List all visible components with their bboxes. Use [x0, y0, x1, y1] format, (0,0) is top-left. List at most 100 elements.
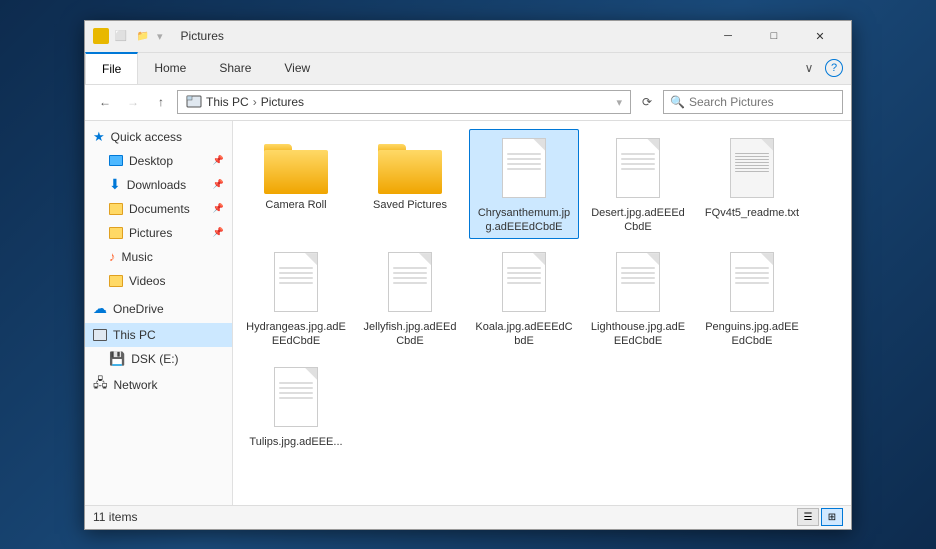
ribbon-help-btn[interactable]: ?: [825, 59, 843, 77]
back-button[interactable]: ←: [93, 90, 117, 114]
network-icon: 🖧: [93, 374, 108, 396]
crumb-pictures[interactable]: Pictures: [261, 95, 304, 109]
close-button[interactable]: ✕: [797, 20, 843, 52]
window-title: Pictures: [181, 29, 224, 43]
view-controls: ☰ ⊞: [797, 508, 843, 526]
address-icon: [186, 93, 202, 112]
pin-icon-desktop: 📌: [213, 155, 224, 166]
list-item[interactable]: Lighthouse.jpg.adEEEdCbdE: [583, 243, 693, 354]
folder-icon: [378, 138, 442, 194]
qat-newfolder-btn[interactable]: 📁: [133, 26, 153, 46]
refresh-button[interactable]: ⟳: [635, 90, 659, 114]
downloads-icon: ⬇: [109, 176, 121, 193]
sidebar-item-onedrive[interactable]: ☁ OneDrive: [85, 297, 232, 321]
list-item[interactable]: Koala.jpg.adEEEdCbdE: [469, 243, 579, 354]
doc-icon: [270, 252, 322, 316]
sidebar-item-dsk[interactable]: 💾 DSK (E:): [85, 347, 232, 371]
status-item-count: 11 items: [93, 510, 797, 524]
sidebar-label-desktop: Desktop: [129, 154, 173, 168]
status-bar: 11 items ☰ ⊞: [85, 505, 851, 529]
ribbon-collapse-btn[interactable]: ∨: [797, 56, 821, 80]
title-bar: ⬜ 📁 ▾ Pictures ─ □ ✕: [85, 21, 851, 53]
minimize-button[interactable]: ─: [705, 20, 751, 52]
file-name: FQv4t5_readme.txt: [705, 206, 799, 220]
doc-icon: [498, 252, 550, 316]
sidebar-item-network[interactable]: 🖧 Network: [85, 373, 232, 397]
view-grid-button[interactable]: ⊞: [821, 508, 843, 526]
list-item[interactable]: Penguins.jpg.adEEEdCbdE: [697, 243, 807, 354]
file-name: Chrysanthemum.jpg.adEEEdCbdE: [474, 206, 574, 235]
list-item[interactable]: Chrysanthemum.jpg.adEEEdCbdE: [469, 129, 579, 240]
doc-icon: [384, 252, 436, 316]
crumb-thispc[interactable]: This PC: [206, 95, 249, 109]
onedrive-icon: ☁: [93, 300, 107, 317]
qat-properties-btn[interactable]: ⬜: [111, 26, 131, 46]
doc-icon: [612, 252, 664, 316]
sidebar-item-pictures[interactable]: Pictures 📌: [85, 221, 232, 245]
tab-file[interactable]: File: [85, 52, 138, 84]
file-name: Desert.jpg.adEEEdCbdE: [588, 206, 688, 235]
window-controls: ─ □ ✕: [705, 20, 843, 52]
doc-icon: [726, 138, 778, 202]
quick-access-toolbar: ⬜ 📁 ▾: [93, 26, 165, 46]
videos-icon: [109, 275, 123, 287]
desktop-icon: [109, 155, 123, 166]
list-item[interactable]: Desert.jpg.adEEEdCbdE: [583, 129, 693, 240]
quick-access-icon: ★: [93, 129, 105, 145]
sidebar-label-dsk: DSK (E:): [131, 352, 178, 366]
ribbon-right: ∨ ?: [797, 53, 851, 84]
file-name: Penguins.jpg.adEEEdCbdE: [702, 320, 802, 349]
search-input[interactable]: [689, 95, 844, 109]
address-input[interactable]: This PC › Pictures ▾: [177, 90, 631, 114]
documents-icon: [109, 203, 123, 215]
sidebar-item-documents[interactable]: Documents 📌: [85, 197, 232, 221]
pin-icon-downloads: 📌: [213, 179, 224, 190]
file-name: Saved Pictures: [373, 198, 447, 212]
file-name: Lighthouse.jpg.adEEEdCbdE: [588, 320, 688, 349]
pin-icon-documents: 📌: [213, 203, 224, 214]
list-item[interactable]: Camera Roll: [241, 129, 351, 240]
up-button[interactable]: ↑: [149, 90, 173, 114]
sidebar-item-quick-access[interactable]: ★ Quick access: [85, 125, 232, 149]
list-item[interactable]: Jellyfish.jpg.adEEdCbdE: [355, 243, 465, 354]
file-name: Hydrangeas.jpg.adEEEdCbdE: [246, 320, 346, 349]
list-item[interactable]: FQv4t5_readme.txt: [697, 129, 807, 240]
sidebar-item-music[interactable]: ♪ Music: [85, 245, 232, 269]
file-explorer-window: ⬜ 📁 ▾ Pictures ─ □ ✕ File Home Share Vie…: [84, 20, 852, 530]
tab-view[interactable]: View: [268, 53, 327, 84]
sidebar-item-downloads[interactable]: ⬇ Downloads 📌: [85, 173, 232, 197]
file-area: Camera Roll Saved Pictures: [233, 121, 851, 505]
list-item[interactable]: Saved Pictures: [355, 129, 465, 240]
music-icon: ♪: [109, 249, 116, 264]
sidebar-item-thispc[interactable]: This PC: [85, 323, 232, 347]
sidebar-label-onedrive: OneDrive: [113, 302, 164, 316]
pictures-icon: [109, 227, 123, 239]
file-grid: Camera Roll Saved Pictures: [241, 129, 843, 454]
doc-icon: [498, 138, 550, 202]
file-name: Camera Roll: [265, 198, 326, 212]
maximize-button[interactable]: □: [751, 20, 797, 52]
view-list-button[interactable]: ☰: [797, 508, 819, 526]
file-name: Jellyfish.jpg.adEEdCbdE: [360, 320, 460, 349]
sidebar-label-videos: Videos: [129, 274, 165, 288]
doc-icon: [726, 252, 778, 316]
list-item[interactable]: Hydrangeas.jpg.adEEEdCbdE: [241, 243, 351, 354]
sidebar-label-network: Network: [114, 378, 158, 392]
sidebar-label-music: Music: [122, 250, 153, 264]
sidebar-label-pictures: Pictures: [129, 226, 172, 240]
breadcrumb: This PC › Pictures: [206, 95, 304, 109]
tab-home[interactable]: Home: [138, 53, 203, 84]
file-name: Tulips.jpg.adEEE...: [249, 435, 342, 449]
sidebar: ★ Quick access Desktop 📌 ⬇ Downloads 📌 D…: [85, 121, 233, 505]
search-box[interactable]: 🔍: [663, 90, 843, 114]
main-content: ★ Quick access Desktop 📌 ⬇ Downloads 📌 D…: [85, 121, 851, 505]
sidebar-item-desktop[interactable]: Desktop 📌: [85, 149, 232, 173]
sidebar-label-downloads: Downloads: [127, 178, 186, 192]
forward-button[interactable]: →: [121, 90, 145, 114]
address-dropdown-icon[interactable]: ▾: [616, 96, 622, 109]
ribbon: File Home Share View ∨ ?: [85, 53, 851, 85]
sidebar-item-videos[interactable]: Videos: [85, 269, 232, 293]
folder-icon: [264, 138, 328, 194]
list-item[interactable]: Tulips.jpg.adEEE...: [241, 358, 351, 454]
tab-share[interactable]: Share: [203, 53, 268, 84]
